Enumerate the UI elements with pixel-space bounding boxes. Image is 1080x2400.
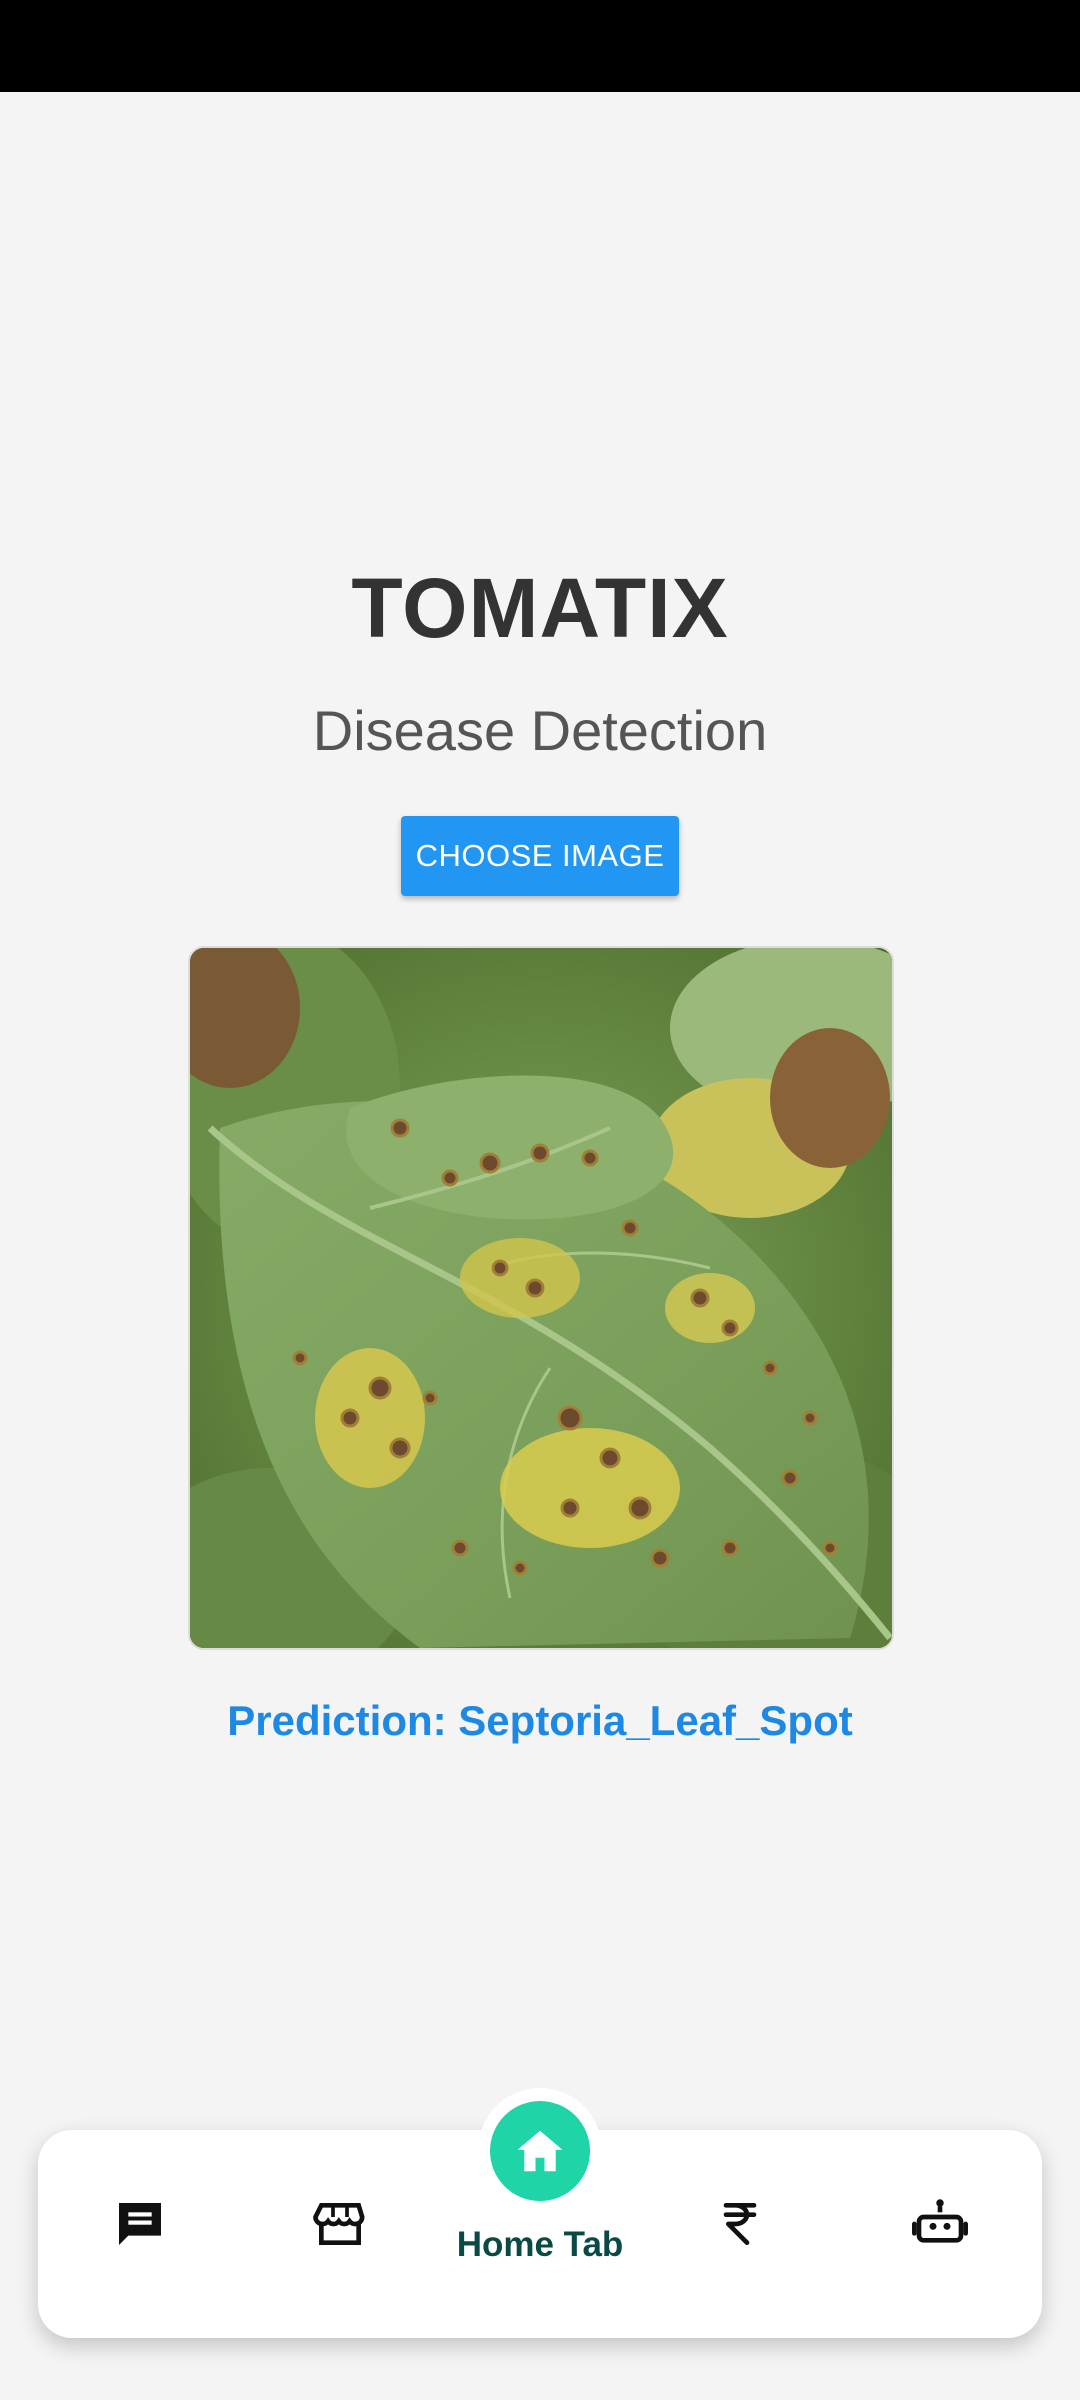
app-title: TOMATIX	[351, 561, 729, 655]
rupee-icon	[723, 2203, 757, 2245]
nav-price[interactable]	[710, 2194, 770, 2254]
nav-store[interactable]	[310, 2194, 370, 2254]
app-subtitle: Disease Detection	[312, 699, 768, 762]
robot-icon	[912, 2199, 968, 2243]
choose-image-button[interactable]: CHOOSE IMAGE	[401, 816, 679, 896]
chat-icon	[119, 2203, 161, 2245]
status-bar	[0, 0, 1080, 92]
home-tab-label: Home Tab	[456, 2225, 624, 2264]
home-icon	[517, 2130, 563, 2172]
nav-home[interactable]	[490, 2101, 590, 2201]
selected-leaf-image	[188, 946, 894, 1650]
store-icon	[313, 2203, 365, 2245]
nav-chatbot[interactable]	[910, 2194, 970, 2254]
prediction-result: Prediction: Septoria_Leaf_Spot	[227, 1697, 853, 1744]
nav-chat[interactable]	[110, 2194, 170, 2254]
